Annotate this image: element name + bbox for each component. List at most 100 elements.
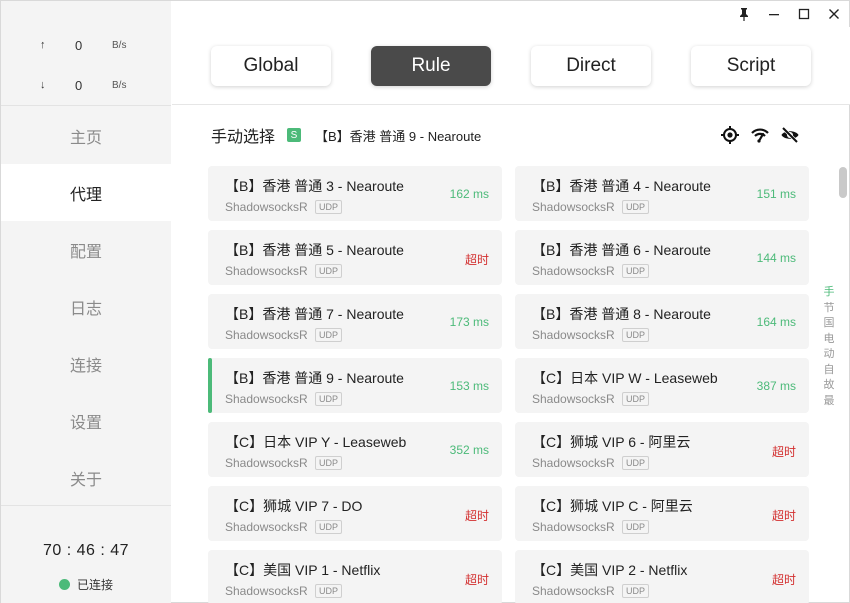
proxy-delay[interactable]: 超时 — [465, 251, 489, 268]
app-window: ↑ 0 B/s ↓ 0 B/s 主页 代理 配置 日志 连接 设置 关于 70 … — [0, 0, 850, 603]
proxy-delay[interactable]: 153 ms — [450, 379, 489, 393]
proxy-type: ShadowsocksR — [532, 520, 615, 534]
group-index-item[interactable]: 最 — [822, 394, 836, 410]
proxy-card[interactable]: 【C】美国 VIP 1 - Netflix ShadowsocksR UDP 超时 — [208, 550, 502, 603]
sidebar-item-connections[interactable]: 连接 — [1, 335, 171, 392]
close-button[interactable] — [822, 3, 846, 25]
status-dot-icon — [59, 579, 70, 590]
group-index-item[interactable]: 手 — [822, 285, 836, 301]
proxy-name: 【B】香港 普通 6 - Nearoute — [532, 242, 711, 258]
proxy-type: ShadowsocksR — [532, 392, 615, 406]
proxy-card[interactable]: 【B】香港 普通 4 - Nearoute ShadowsocksR UDP 151 … — [515, 166, 809, 221]
minimize-button[interactable] — [762, 3, 786, 25]
group-index-item[interactable]: 国 — [822, 316, 836, 332]
udp-badge: UDP — [315, 328, 343, 342]
proxy-type: ShadowsocksR — [225, 456, 308, 470]
upload-unit: B/s — [112, 40, 127, 51]
udp-badge: UDP — [622, 200, 650, 214]
group-index-item[interactable]: 电 — [822, 332, 836, 348]
proxy-card[interactable]: 【B】香港 普通 9 - Nearoute ShadowsocksR UDP 153 … — [208, 358, 502, 413]
group-index-item[interactable]: 故 — [822, 378, 836, 394]
download-arrow-icon: ↓ — [40, 79, 46, 91]
wifi-speed-icon[interactable] — [750, 125, 770, 145]
proxy-delay[interactable]: 162 ms — [450, 187, 489, 201]
proxy-name: 【C】美国 VIP 2 - Netflix — [532, 562, 688, 578]
upload-arrow-icon: ↑ — [40, 39, 46, 51]
proxy-type: ShadowsocksR — [225, 584, 308, 598]
proxy-card[interactable]: 【C】狮城 VIP C - 阿里云 ShadowsocksR UDP 超时 — [515, 486, 809, 541]
udp-badge: UDP — [622, 392, 650, 406]
upload-speed: ↑ 0 B/s — [1, 37, 171, 57]
proxy-delay[interactable]: 151 ms — [757, 187, 796, 201]
group-index-item[interactable]: 自 — [822, 363, 836, 379]
sidebar-item-home[interactable]: 主页 — [1, 107, 171, 164]
proxy-delay[interactable]: 超时 — [465, 571, 489, 588]
proxy-card[interactable]: 【C】狮城 VIP 6 - 阿里云 ShadowsocksR UDP 超时 — [515, 422, 809, 477]
proxy-name: 【C】狮城 VIP 7 - DO — [225, 498, 363, 514]
proxy-name: 【C】美国 VIP 1 - Netflix — [225, 562, 381, 578]
proxy-type: ShadowsocksR — [532, 456, 615, 470]
udp-badge: UDP — [622, 264, 650, 278]
proxy-name: 【B】香港 普通 7 - Nearoute — [225, 306, 404, 322]
proxy-card[interactable]: 【B】香港 普通 6 - Nearoute ShadowsocksR UDP 144 … — [515, 230, 809, 285]
proxy-delay[interactable]: 超时 — [772, 571, 796, 588]
connection-status: 已连接 — [59, 576, 113, 593]
proxy-delay[interactable]: 352 ms — [450, 443, 489, 457]
download-unit: B/s — [112, 80, 127, 91]
proxy-card[interactable]: 【B】香港 普通 7 - Nearoute ShadowsocksR UDP 173 … — [208, 294, 502, 349]
group-index-nav: 手节国电动自故最 — [822, 285, 836, 409]
sidebar-item-settings[interactable]: 设置 — [1, 392, 171, 449]
sidebar-item-profiles[interactable]: 配置 — [1, 221, 171, 278]
proxy-type: ShadowsocksR — [225, 328, 308, 342]
proxy-type: ShadowsocksR — [532, 328, 615, 342]
proxy-card[interactable]: 【B】香港 普通 8 - Nearoute ShadowsocksR UDP 164 … — [515, 294, 809, 349]
traffic-panel: ↑ 0 B/s ↓ 0 B/s — [1, 27, 171, 105]
eye-slash-icon[interactable] — [780, 125, 800, 145]
group-selected-proxy: 【B】香港 普通 9 - Nearoute — [315, 128, 482, 144]
mode-global-button[interactable]: Global — [211, 46, 331, 86]
proxy-delay[interactable]: 超时 — [772, 443, 796, 460]
udp-badge: UDP — [315, 392, 343, 406]
proxy-name: 【B】香港 普通 8 - Nearoute — [532, 306, 711, 322]
sidebar-divider — [1, 105, 171, 106]
mode-bar: Global Rule Direct Script — [172, 27, 850, 105]
proxy-delay[interactable]: 387 ms — [757, 379, 796, 393]
proxy-card[interactable]: 【B】香港 普通 3 - Nearoute ShadowsocksR UDP 162 … — [208, 166, 502, 221]
group-index-item[interactable]: 动 — [822, 347, 836, 363]
mode-direct-button[interactable]: Direct — [531, 46, 651, 86]
proxy-type: ShadowsocksR — [225, 264, 308, 278]
proxy-card[interactable]: 【B】香港 普通 5 - Nearoute ShadowsocksR UDP 超时 — [208, 230, 502, 285]
maximize-button[interactable] — [792, 3, 816, 25]
sidebar-item-proxy[interactable]: 代理 — [1, 164, 171, 221]
sidebar-item-logs[interactable]: 日志 — [1, 278, 171, 335]
pin-icon[interactable] — [732, 3, 756, 25]
mode-rule-button[interactable]: Rule — [371, 46, 491, 86]
proxy-name: 【C】狮城 VIP C - 阿里云 — [532, 498, 693, 514]
proxy-delay[interactable]: 超时 — [465, 507, 489, 524]
proxy-delay[interactable]: 超时 — [772, 507, 796, 524]
sidebar: ↑ 0 B/s ↓ 0 B/s 主页 代理 配置 日志 连接 设置 关于 70 … — [1, 1, 171, 603]
mode-script-button[interactable]: Script — [691, 46, 811, 86]
proxy-card[interactable]: 【C】日本 VIP W - Leaseweb ShadowsocksR UDP 387… — [515, 358, 809, 413]
proxy-delay[interactable]: 144 ms — [757, 251, 796, 265]
sidebar-item-about[interactable]: 关于 — [1, 449, 171, 506]
proxy-type: ShadowsocksR — [532, 264, 615, 278]
proxy-card[interactable]: 【C】美国 VIP 2 - Netflix ShadowsocksR UDP 超时 — [515, 550, 809, 603]
proxy-card[interactable]: 【C】狮城 VIP 7 - DO ShadowsocksR UDP 超时 — [208, 486, 502, 541]
proxy-card[interactable]: 【C】日本 VIP Y - Leaseweb ShadowsocksR UDP 352… — [208, 422, 502, 477]
proxy-group-header[interactable]: 手动选择 S 【B】香港 普通 9 - Nearoute — [211, 123, 481, 147]
proxy-type: ShadowsocksR — [225, 520, 308, 534]
proxy-type: ShadowsocksR — [225, 392, 308, 406]
group-type-badge: S — [287, 128, 302, 142]
scrollbar-track[interactable] — [837, 163, 847, 603]
udp-badge: UDP — [315, 200, 343, 214]
locate-icon[interactable] — [720, 125, 740, 145]
proxy-delay[interactable]: 164 ms — [757, 315, 796, 329]
udp-badge: UDP — [622, 456, 650, 470]
udp-badge: UDP — [315, 520, 343, 534]
scrollbar-thumb[interactable] — [839, 167, 847, 198]
title-bar — [1, 1, 850, 27]
group-name: 手动选择 — [211, 129, 276, 146]
group-index-item[interactable]: 节 — [822, 301, 836, 317]
proxy-delay[interactable]: 173 ms — [450, 315, 489, 329]
